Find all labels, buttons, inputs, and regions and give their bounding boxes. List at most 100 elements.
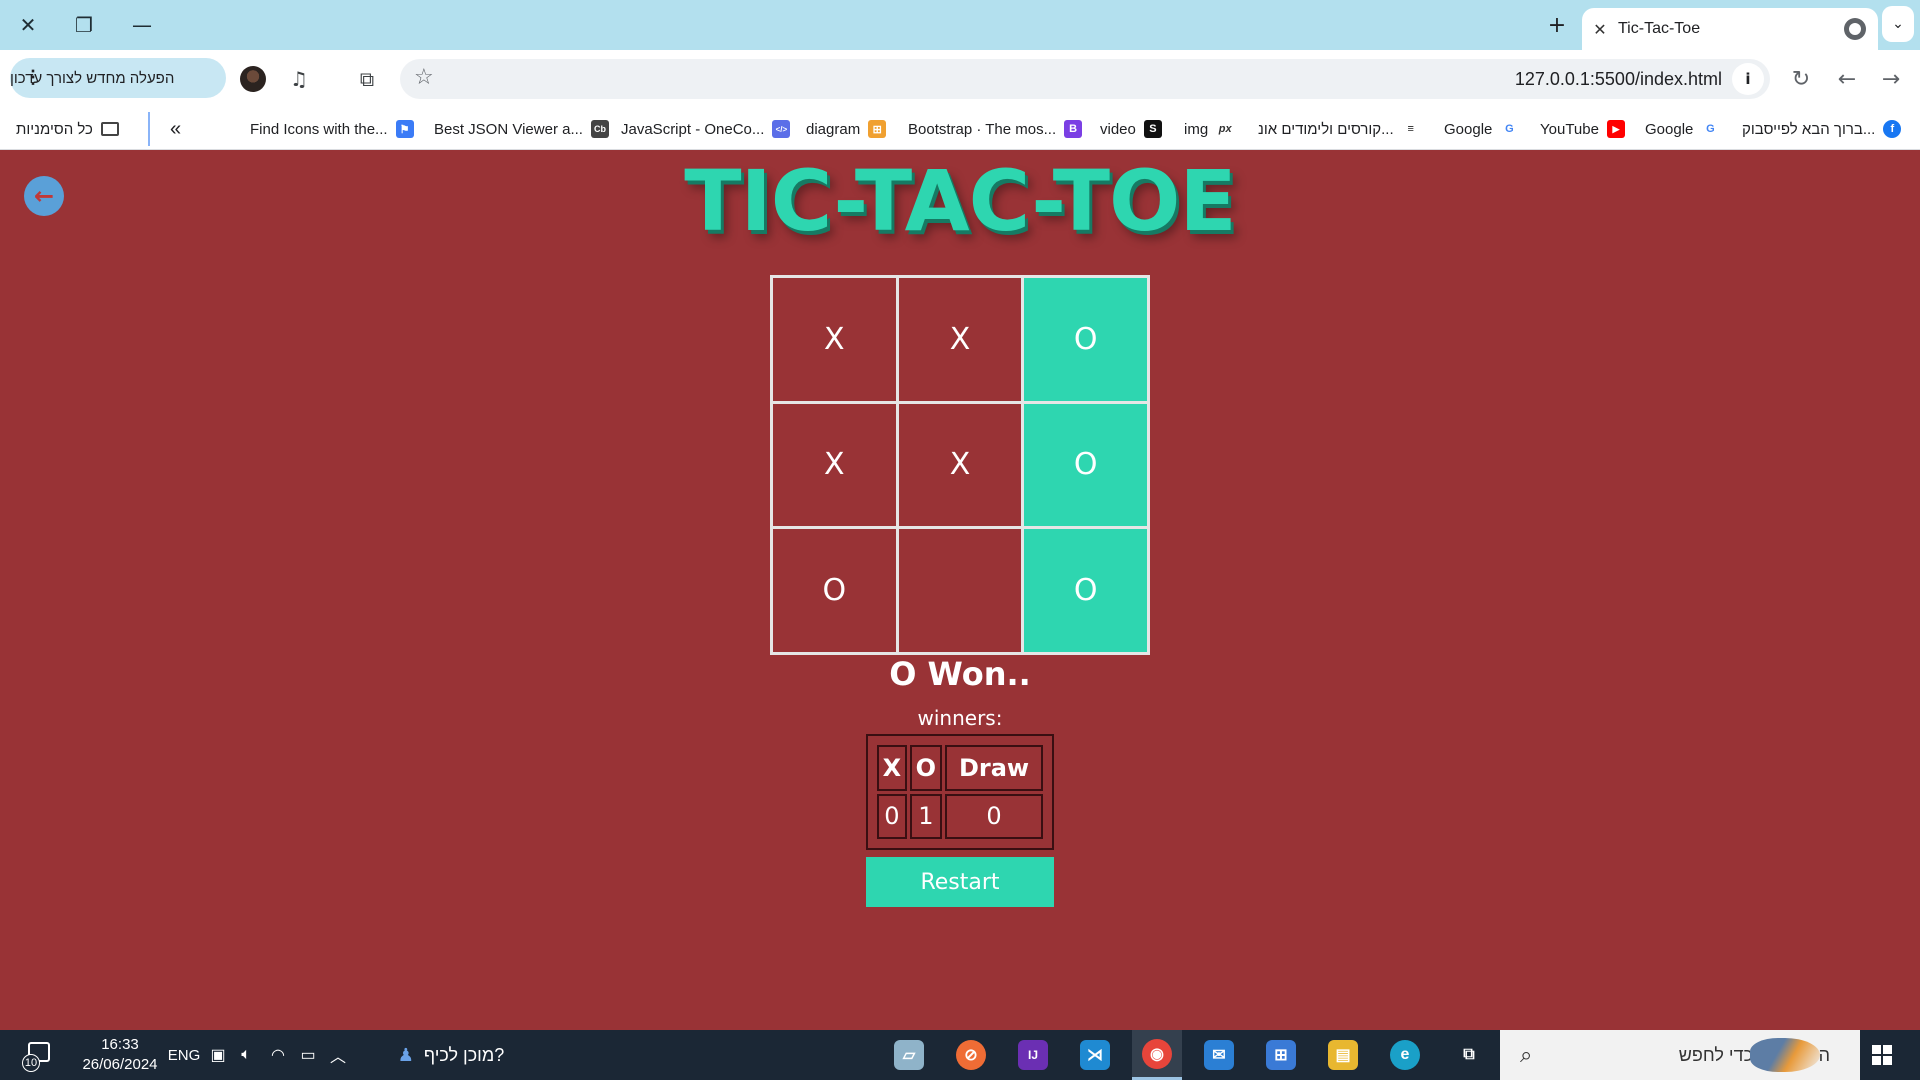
- diagram-icon: ⊞: [868, 120, 887, 138]
- update-relaunch-button[interactable]: ⋮ הפעלה מחדש לצורך עדכון: [10, 58, 226, 98]
- bookmark-label: video: [1100, 120, 1136, 138]
- url-text[interactable]: 127.0.0.1:5500/index.html: [1515, 69, 1722, 90]
- mail-app-button[interactable]: ✉: [1194, 1030, 1244, 1080]
- score-table: X O Draw 0 1 0: [866, 734, 1054, 850]
- media-control-icon[interactable]: ♫: [282, 62, 316, 96]
- wifi-icon[interactable]: ◠: [266, 1030, 290, 1080]
- bookmarks-overflow-button[interactable]: «: [148, 112, 181, 146]
- task-view-button[interactable]: ⧉: [1444, 1030, 1494, 1080]
- bookmark-item[interactable]: Find Icons with the... ⚑: [250, 117, 414, 141]
- vscode-app-icon: ⋊: [1080, 1040, 1110, 1070]
- restore-window-button[interactable]: ❐: [56, 0, 112, 50]
- pexels-icon: px: [1216, 120, 1235, 138]
- new-tab-button[interactable]: +: [1540, 8, 1574, 42]
- youtube-icon: ▶: [1606, 120, 1625, 138]
- star-icon[interactable]: ☆: [414, 65, 434, 90]
- taskbar-search-input[interactable]: הקלד כאן כדי לחפש ⌕: [1500, 1030, 1860, 1080]
- bookmark-label: img: [1184, 120, 1209, 138]
- bookmarks-bar: כל הסימניות « Find Icons with the... ⚑ B…: [0, 108, 1920, 150]
- intellij-app-button[interactable]: IJ: [1008, 1030, 1058, 1080]
- bookmark-label: ברוך הבא לפייסבוק...: [1742, 120, 1876, 138]
- more-vert-icon: ⋮: [24, 67, 42, 87]
- language-indicator[interactable]: ENG: [164, 1030, 204, 1080]
- meet-now-icon[interactable]: ▣: [206, 1030, 230, 1080]
- bookmark-label: JavaScript - OneCo...: [621, 120, 765, 138]
- chrome-app-button[interactable]: ◉: [1132, 1030, 1182, 1080]
- folder-icon: [100, 122, 119, 136]
- tab-close-button[interactable]: ✕: [1582, 20, 1618, 39]
- start-button[interactable]: [1872, 1045, 1892, 1065]
- board-cell[interactable]: O: [1024, 278, 1147, 401]
- bootstrap-icon: B: [1064, 120, 1083, 138]
- browser-toolbar: ⋮ הפעלה מחדש לצורך עדכון ♫ ⧉ ☆ 127.0.0.1…: [0, 50, 1920, 108]
- profile-avatar[interactable]: [240, 66, 266, 92]
- bookmark-item[interactable]: Best JSON Viewer a... Cb: [434, 117, 609, 141]
- notes-app-button[interactable]: ▱: [884, 1030, 934, 1080]
- bookmark-item[interactable]: קורסים ולימודים אונ... ≡: [1258, 117, 1420, 141]
- close-window-button[interactable]: ✕: [0, 0, 56, 50]
- bookmark-item[interactable]: JavaScript - OneCo... </>: [621, 117, 791, 141]
- all-bookmarks-button[interactable]: כל הסימניות: [16, 117, 119, 141]
- bookmark-item[interactable]: diagram ⊞: [806, 117, 887, 141]
- board-cell[interactable]: O: [1024, 403, 1147, 527]
- notification-center-button[interactable]: 10: [22, 1040, 52, 1072]
- bookmark-item[interactable]: ברוך הבא לפייסבוק... f: [1742, 117, 1902, 141]
- bookmark-label: Best JSON Viewer a...: [434, 120, 583, 138]
- bookmark-item[interactable]: Bootstrap · The mos... B: [908, 117, 1083, 141]
- edge-app-button[interactable]: e: [1380, 1030, 1430, 1080]
- board-cell[interactable]: O: [1024, 529, 1147, 652]
- clock-date: 26/06/2024: [82, 1056, 158, 1073]
- volume-icon[interactable]: 🔈︎: [234, 1030, 258, 1080]
- board-cell[interactable]: X: [773, 278, 896, 401]
- reload-button[interactable]: ↻: [1782, 60, 1820, 98]
- back-button[interactable]: ←: [1828, 60, 1866, 98]
- explorer-app-icon: ▤: [1328, 1040, 1358, 1070]
- bookmark-item[interactable]: Google G: [1444, 117, 1519, 141]
- bookmark-item[interactable]: Google G: [1645, 117, 1720, 141]
- page-title: TIC-TAC-TOE: [684, 152, 1237, 250]
- notes-app-icon: ▱: [894, 1040, 924, 1070]
- mail-app-icon: ✉: [1204, 1040, 1234, 1070]
- postman-app-button[interactable]: ⊘: [946, 1030, 996, 1080]
- score-value-x: 0: [877, 793, 907, 839]
- restart-button[interactable]: Restart: [866, 857, 1054, 907]
- extensions-icon[interactable]: ⧉: [350, 62, 384, 96]
- plus-icon: +: [1547, 12, 1567, 38]
- bookmark-item[interactable]: YouTube ▶: [1540, 117, 1625, 141]
- address-bar[interactable]: ☆ 127.0.0.1:5500/index.html i: [400, 59, 1770, 99]
- browser-title-bar: ✕ ❐ — + ✕ Tic-Tac-Toe ⌄: [0, 0, 1920, 50]
- bookmark-item[interactable]: img px: [1184, 117, 1235, 141]
- minimize-window-button[interactable]: —: [114, 0, 170, 50]
- tab-title: Tic-Tac-Toe: [1618, 20, 1701, 37]
- board-cell[interactable]: X: [898, 403, 1022, 527]
- chevron-up-icon[interactable]: ︿: [326, 1030, 350, 1080]
- bookmark-item[interactable]: video S: [1100, 117, 1162, 141]
- tab-search-button[interactable]: ⌄: [1882, 6, 1914, 42]
- weather-icon: ♟: [397, 1044, 414, 1065]
- windows-taskbar: 10 16:33 26/06/2024 ENG ▣ 🔈︎ ◠ ▭ ︿ ♟ ?מו…: [0, 1030, 1920, 1080]
- bookmark-label: YouTube: [1540, 120, 1599, 138]
- explorer-app-button[interactable]: ▤: [1318, 1030, 1368, 1080]
- board-cell[interactable]: [898, 529, 1022, 652]
- widgets-label: ?מוכן לכיף: [423, 1044, 505, 1065]
- bookmark-label: Bootstrap · The mos...: [908, 120, 1057, 138]
- clock[interactable]: 16:33 26/06/2024: [70, 1035, 170, 1075]
- site-info-icon[interactable]: i: [1732, 63, 1764, 95]
- google-icon: G: [1500, 120, 1519, 138]
- minimize-icon: —: [132, 13, 152, 37]
- code-icon: </>: [772, 120, 791, 138]
- forward-button[interactable]: →: [1872, 60, 1910, 98]
- widgets-button[interactable]: ♟ ?מוכן לכיף: [376, 1030, 526, 1080]
- store-app-button[interactable]: ⊞: [1256, 1030, 1306, 1080]
- battery-icon[interactable]: ▭: [296, 1030, 320, 1080]
- board-cell[interactable]: X: [773, 403, 896, 527]
- flag-icon: ⚑: [395, 120, 414, 138]
- bookmark-label: diagram: [806, 120, 861, 138]
- board-cell[interactable]: X: [898, 278, 1022, 401]
- search-highlight-image: [1750, 1038, 1820, 1072]
- tab-tic-tac-toe[interactable]: ✕ Tic-Tac-Toe: [1582, 8, 1878, 50]
- chevron-down-icon: ⌄: [1892, 16, 1904, 32]
- board-cell[interactable]: O: [773, 529, 896, 652]
- vscode-app-button[interactable]: ⋊: [1070, 1030, 1120, 1080]
- score-header-o: O: [909, 745, 942, 791]
